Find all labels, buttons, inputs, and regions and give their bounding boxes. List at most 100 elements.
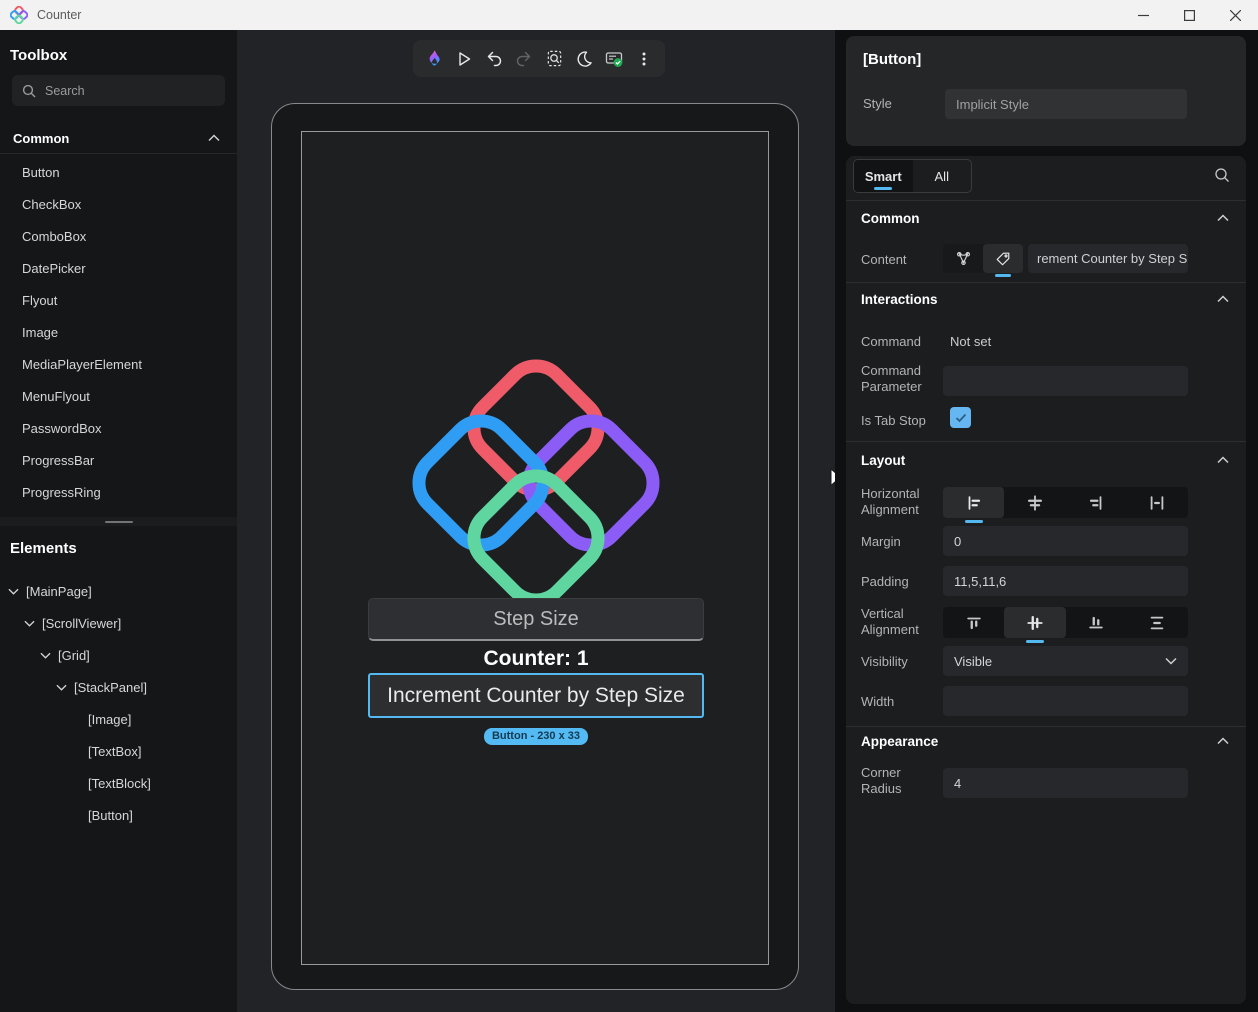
- checkmark-icon: [955, 413, 966, 422]
- tab-all[interactable]: All: [913, 160, 972, 192]
- is-tab-stop-checkbox[interactable]: [950, 407, 971, 428]
- align-bottom-icon[interactable]: [1066, 607, 1127, 638]
- stretch-horizontal-icon[interactable]: [1127, 487, 1188, 518]
- padding-label: Padding: [861, 574, 909, 589]
- tab-smart[interactable]: Smart: [854, 160, 913, 192]
- window-title: Counter: [37, 8, 82, 22]
- step-size-textbox[interactable]: Step Size: [368, 598, 704, 641]
- toolbox-item-mediaplayerelement[interactable]: MediaPlayerElement: [0, 348, 237, 380]
- theme-moon-icon[interactable]: [569, 44, 599, 74]
- command-value[interactable]: Not set: [950, 334, 991, 349]
- toolbox-item-button[interactable]: Button: [0, 156, 237, 188]
- horizontal-alignment-group: [943, 487, 1188, 518]
- content-value-field[interactable]: rement Counter by Step Size: [1028, 244, 1188, 273]
- vertical-alignment-group: [943, 607, 1188, 638]
- app-logo-image[interactable]: [397, 344, 675, 622]
- toolbox-item-image[interactable]: Image: [0, 316, 237, 348]
- counter-textblock[interactable]: Counter: 1: [302, 647, 770, 671]
- connection-status-icon[interactable]: [599, 44, 629, 74]
- width-input[interactable]: [954, 693, 1177, 709]
- chevron-up-icon[interactable]: [1217, 737, 1229, 745]
- content-mode-toggle: [943, 244, 1023, 273]
- align-top-icon[interactable]: [943, 607, 1004, 638]
- chevron-up-icon: [208, 134, 220, 142]
- toolbox-section-label: Common: [13, 130, 70, 146]
- chevron-down-icon[interactable]: [24, 618, 35, 629]
- tree-node-textblock[interactable]: [TextBlock]: [0, 767, 237, 799]
- play-icon[interactable]: [449, 44, 479, 74]
- toolbox-item-progressbar[interactable]: ProgressBar: [0, 444, 237, 476]
- designer-toolbar: [413, 40, 665, 77]
- tree-node-textbox[interactable]: [TextBox]: [0, 735, 237, 767]
- undo-icon[interactable]: [479, 44, 509, 74]
- section-appearance-header[interactable]: Appearance: [861, 734, 938, 749]
- style-label: Style: [863, 96, 892, 111]
- width-label: Width: [861, 694, 895, 709]
- align-center-horizontal-icon[interactable]: [1004, 487, 1065, 518]
- elements-title: Elements: [10, 540, 77, 557]
- toolbox-list: Button CheckBox ComboBox DatePicker Flyo…: [0, 156, 237, 508]
- chevron-down-icon[interactable]: [40, 650, 51, 661]
- tree-node-image[interactable]: [Image]: [0, 703, 237, 735]
- visibility-label: Visibility: [861, 654, 908, 669]
- horizontal-alignment-label: Horizontal Alignment: [861, 486, 920, 517]
- content-label: Content: [861, 252, 907, 267]
- align-right-icon[interactable]: [1066, 487, 1127, 518]
- selection-size-badge: Button - 230 x 33: [302, 728, 770, 745]
- toolbox-search[interactable]: [12, 75, 225, 106]
- device-frame: Step Size Counter: 1 Increment Counter b…: [271, 103, 799, 990]
- search-input[interactable]: [45, 83, 195, 98]
- margin-field[interactable]: [943, 526, 1188, 556]
- align-left-icon[interactable]: [943, 487, 1005, 518]
- properties-search-icon[interactable]: [1214, 167, 1230, 183]
- toolbox-item-progressring[interactable]: ProgressRing: [0, 476, 237, 508]
- tree-node-mainpage[interactable]: [MainPage]: [0, 575, 237, 607]
- tree-node-button[interactable]: [Button]: [0, 799, 237, 831]
- binding-icon[interactable]: [943, 244, 983, 273]
- corner-radius-input[interactable]: [954, 775, 1177, 791]
- toolbox-item-passwordbox[interactable]: PasswordBox: [0, 412, 237, 444]
- hot-reload-flame-icon[interactable]: [419, 44, 449, 74]
- width-field[interactable]: [943, 686, 1188, 716]
- more-options-icon[interactable]: [629, 44, 659, 74]
- minimize-button[interactable]: [1120, 0, 1166, 30]
- padding-input[interactable]: [954, 573, 1177, 589]
- section-common-header[interactable]: Common: [861, 211, 920, 226]
- section-interactions-header[interactable]: Interactions: [861, 292, 938, 307]
- style-field[interactable]: Implicit Style: [945, 89, 1187, 119]
- close-button[interactable]: [1212, 0, 1258, 30]
- padding-field[interactable]: [943, 566, 1188, 596]
- chevron-up-icon[interactable]: [1217, 295, 1229, 303]
- chevron-down-icon[interactable]: [8, 586, 19, 597]
- command-parameter-input[interactable]: [954, 373, 1177, 389]
- zoom-selection-icon[interactable]: [539, 44, 569, 74]
- toolbox-item-menuflyout[interactable]: MenuFlyout: [0, 380, 237, 412]
- device-screen[interactable]: Step Size Counter: 1 Increment Counter b…: [301, 131, 769, 965]
- toolbox-item-checkbox[interactable]: CheckBox: [0, 188, 237, 220]
- vertical-alignment-label: Vertical Alignment: [861, 606, 919, 637]
- command-parameter-field[interactable]: [943, 366, 1188, 396]
- stretch-vertical-icon[interactable]: [1127, 607, 1188, 638]
- toolbox-section-common[interactable]: Common: [0, 123, 237, 154]
- align-center-vertical-icon[interactable]: [1004, 607, 1066, 638]
- corner-radius-field[interactable]: [943, 768, 1188, 798]
- chevron-down-icon[interactable]: [56, 682, 67, 693]
- toolbox-item-flyout[interactable]: Flyout: [0, 284, 237, 316]
- panel-splitter[interactable]: [0, 517, 237, 526]
- window-titlebar: Counter: [0, 0, 1258, 30]
- tree-node-scrollviewer[interactable]: [ScrollViewer]: [0, 607, 237, 639]
- toolbox-item-combobox[interactable]: ComboBox: [0, 220, 237, 252]
- maximize-button[interactable]: [1166, 0, 1212, 30]
- toolbox-item-datepicker[interactable]: DatePicker: [0, 252, 237, 284]
- tree-node-grid[interactable]: [Grid]: [0, 639, 237, 671]
- redo-icon[interactable]: [509, 44, 539, 74]
- margin-input[interactable]: [954, 533, 1177, 549]
- visibility-dropdown[interactable]: Visible: [943, 646, 1188, 676]
- properties-card: Smart All Common Content rement Counter …: [846, 156, 1246, 1004]
- chevron-up-icon[interactable]: [1217, 456, 1229, 464]
- chevron-up-icon[interactable]: [1217, 214, 1229, 222]
- literal-tag-icon[interactable]: [983, 244, 1023, 273]
- section-layout-header[interactable]: Layout: [861, 453, 905, 468]
- increment-button-selected[interactable]: Increment Counter by Step Size: [368, 673, 704, 718]
- tree-node-stackpanel[interactable]: [StackPanel]: [0, 671, 237, 703]
